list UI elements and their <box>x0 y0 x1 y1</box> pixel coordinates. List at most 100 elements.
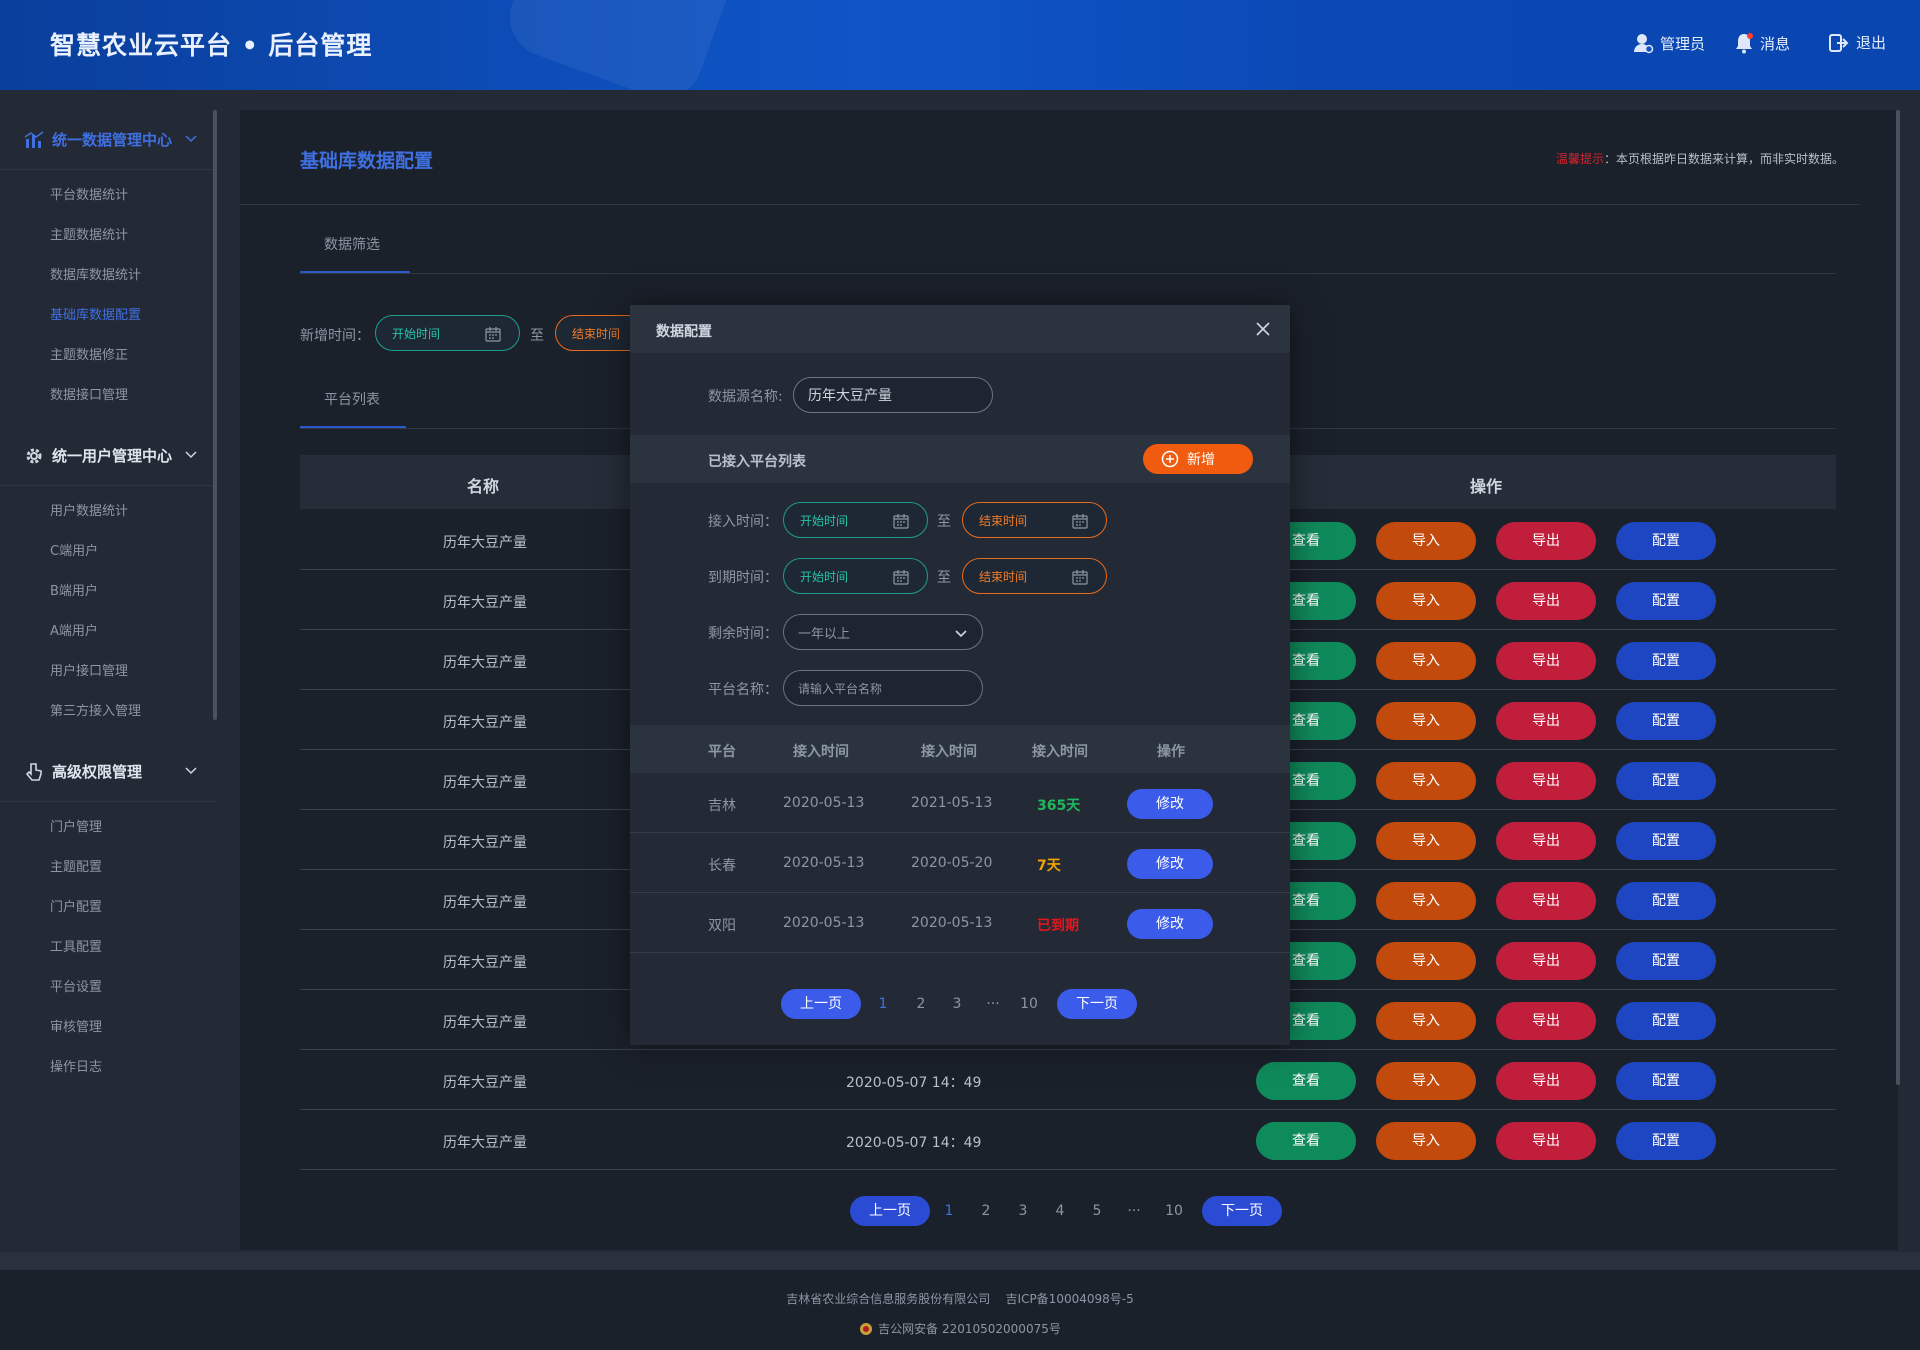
main-scrollbar[interactable] <box>1896 110 1900 1085</box>
sidebar-item-portal-config[interactable]: 门户配置 <box>0 888 216 928</box>
access-start-date[interactable]: 开始时间 <box>783 502 928 538</box>
page-number[interactable]: 2 <box>968 1203 1004 1219</box>
import-button[interactable]: 导入 <box>1376 522 1476 560</box>
export-button[interactable]: 导出 <box>1496 762 1596 800</box>
prev-page-button[interactable]: 上一页 <box>850 1196 930 1226</box>
config-button[interactable]: 配置 <box>1616 702 1716 740</box>
remaining-time-select[interactable]: 一年以上 <box>783 614 983 650</box>
config-button[interactable]: 配置 <box>1616 582 1716 620</box>
export-button[interactable]: 导出 <box>1496 642 1596 680</box>
config-button[interactable]: 配置 <box>1616 1002 1716 1040</box>
import-button[interactable]: 导入 <box>1376 1002 1476 1040</box>
sidebar-item-b-users[interactable]: B端用户 <box>0 572 216 612</box>
export-button[interactable]: 导出 <box>1496 822 1596 860</box>
sidebar-item-topic-stats[interactable]: 主题数据统计 <box>0 216 216 256</box>
sidebar-item-portal-mgmt[interactable]: 门户管理 <box>0 808 216 848</box>
sidebar-item-base-config[interactable]: 基础库数据配置 <box>0 296 216 336</box>
next-page-button[interactable]: 下一页 <box>1057 989 1137 1019</box>
config-button[interactable]: 配置 <box>1616 1062 1716 1100</box>
edit-button[interactable]: 修改 <box>1127 849 1213 879</box>
sidebar-item-platform-stats[interactable]: 平台数据统计 <box>0 176 216 216</box>
import-button[interactable]: 导入 <box>1376 1062 1476 1100</box>
page-number[interactable]: 3 <box>1004 1203 1042 1219</box>
sidebar-item-user-api[interactable]: 用户接口管理 <box>0 652 216 692</box>
export-button[interactable]: 导出 <box>1496 582 1596 620</box>
sidebar-item-data-api[interactable]: 数据接口管理 <box>0 376 216 416</box>
filter-start-date[interactable]: 开始时间 <box>375 315 520 351</box>
sidebar-item-third-party[interactable]: 第三方接入管理 <box>0 692 216 732</box>
sidebar-item-topic-fix[interactable]: 主题数据修正 <box>0 336 216 376</box>
edit-button[interactable]: 修改 <box>1127 789 1213 819</box>
export-button[interactable]: 导出 <box>1496 1122 1596 1160</box>
config-button[interactable]: 配置 <box>1616 762 1716 800</box>
sidebar-group-permissions[interactable]: 高级权限管理 <box>0 742 216 802</box>
view-button[interactable]: 查看 <box>1256 1122 1356 1160</box>
sidebar-item-theme-config[interactable]: 主题配置 <box>0 848 216 888</box>
config-button[interactable]: 配置 <box>1616 822 1716 860</box>
export-button[interactable]: 导出 <box>1496 942 1596 980</box>
import-button[interactable]: 导入 <box>1376 762 1476 800</box>
view-button[interactable]: 查看 <box>1256 1062 1356 1100</box>
config-button[interactable]: 配置 <box>1616 942 1716 980</box>
expire-end-date[interactable]: 结束时间 <box>962 558 1107 594</box>
export-button[interactable]: 导出 <box>1496 1002 1596 1040</box>
add-platform-button[interactable]: 新增 <box>1143 444 1253 474</box>
messages-link[interactable]: 消息 <box>1734 32 1790 54</box>
edit-button[interactable]: 修改 <box>1127 909 1213 939</box>
divider <box>300 273 1836 274</box>
sidebar-item-platform-settings[interactable]: 平台设置 <box>0 968 216 1008</box>
source-name-input[interactable]: 历年大豆产量 <box>793 377 993 413</box>
calendar-icon <box>893 570 909 585</box>
import-button[interactable]: 导入 <box>1376 1122 1476 1160</box>
admin-link[interactable]: 管理员 <box>1632 32 1705 54</box>
modal-pagination: 上一页 1 2 3 ··· 10 下一页 <box>781 989 1137 1019</box>
chart-icon <box>24 130 44 148</box>
tab-platform-list[interactable]: 平台列表 <box>324 389 380 409</box>
page-number[interactable]: 3 <box>937 996 977 1012</box>
export-button[interactable]: 导出 <box>1496 522 1596 560</box>
sidebar-item-op-log[interactable]: 操作日志 <box>0 1048 216 1088</box>
import-button[interactable]: 导入 <box>1376 882 1476 920</box>
police-record[interactable]: 吉公网安备 22010502000075号 <box>878 1320 1061 1337</box>
close-icon[interactable] <box>1255 321 1271 337</box>
access-end-date[interactable]: 结束时间 <box>962 502 1107 538</box>
tab-data-filter[interactable]: 数据筛选 <box>324 234 380 254</box>
platform-name-input[interactable]: 请输入平台名称 <box>783 670 983 706</box>
import-button[interactable]: 导入 <box>1376 702 1476 740</box>
import-button[interactable]: 导入 <box>1376 582 1476 620</box>
sidebar-group-users[interactable]: 统一用户管理中心 <box>0 426 216 486</box>
config-button[interactable]: 配置 <box>1616 642 1716 680</box>
page-number[interactable]: 10 <box>1152 1203 1196 1219</box>
sidebar-item-a-users[interactable]: A端用户 <box>0 612 216 652</box>
import-button[interactable]: 导入 <box>1376 822 1476 860</box>
pointer-hand-icon <box>25 762 42 781</box>
sidebar-item-tool-config[interactable]: 工具配置 <box>0 928 216 968</box>
sidebar-item-user-stats[interactable]: 用户数据统计 <box>0 492 216 532</box>
import-button[interactable]: 导入 <box>1376 642 1476 680</box>
export-button[interactable]: 导出 <box>1496 702 1596 740</box>
sidebar-item-review[interactable]: 审核管理 <box>0 1008 216 1048</box>
icp-number[interactable]: 吉ICP备10004098号-5 <box>1006 1292 1134 1306</box>
expire-start-date[interactable]: 开始时间 <box>783 558 928 594</box>
prev-page-button[interactable]: 上一页 <box>781 989 861 1019</box>
export-button[interactable]: 导出 <box>1496 1062 1596 1100</box>
config-button[interactable]: 配置 <box>1616 882 1716 920</box>
page-number[interactable]: 10 <box>1009 996 1049 1012</box>
sidebar-group-data[interactable]: 统一数据管理中心 <box>0 110 216 170</box>
page-number[interactable]: 2 <box>905 996 937 1012</box>
sidebar-item-db-stats[interactable]: 数据库数据统计 <box>0 256 216 296</box>
next-page-button[interactable]: 下一页 <box>1202 1196 1282 1226</box>
config-button[interactable]: 配置 <box>1616 522 1716 560</box>
calendar-icon <box>485 327 501 342</box>
sidebar-scrollbar[interactable] <box>213 110 217 720</box>
page-number[interactable]: 5 <box>1078 1203 1116 1219</box>
page-number[interactable]: 4 <box>1042 1203 1078 1219</box>
config-button[interactable]: 配置 <box>1616 1122 1716 1160</box>
page-number[interactable]: 1 <box>861 996 905 1012</box>
row-platform: 吉林 <box>708 798 736 814</box>
sidebar-item-c-users[interactable]: C端用户 <box>0 532 216 572</box>
export-button[interactable]: 导出 <box>1496 882 1596 920</box>
page-number[interactable]: 1 <box>930 1203 968 1219</box>
import-button[interactable]: 导入 <box>1376 942 1476 980</box>
logout-link[interactable]: 退出 <box>1828 32 1886 53</box>
